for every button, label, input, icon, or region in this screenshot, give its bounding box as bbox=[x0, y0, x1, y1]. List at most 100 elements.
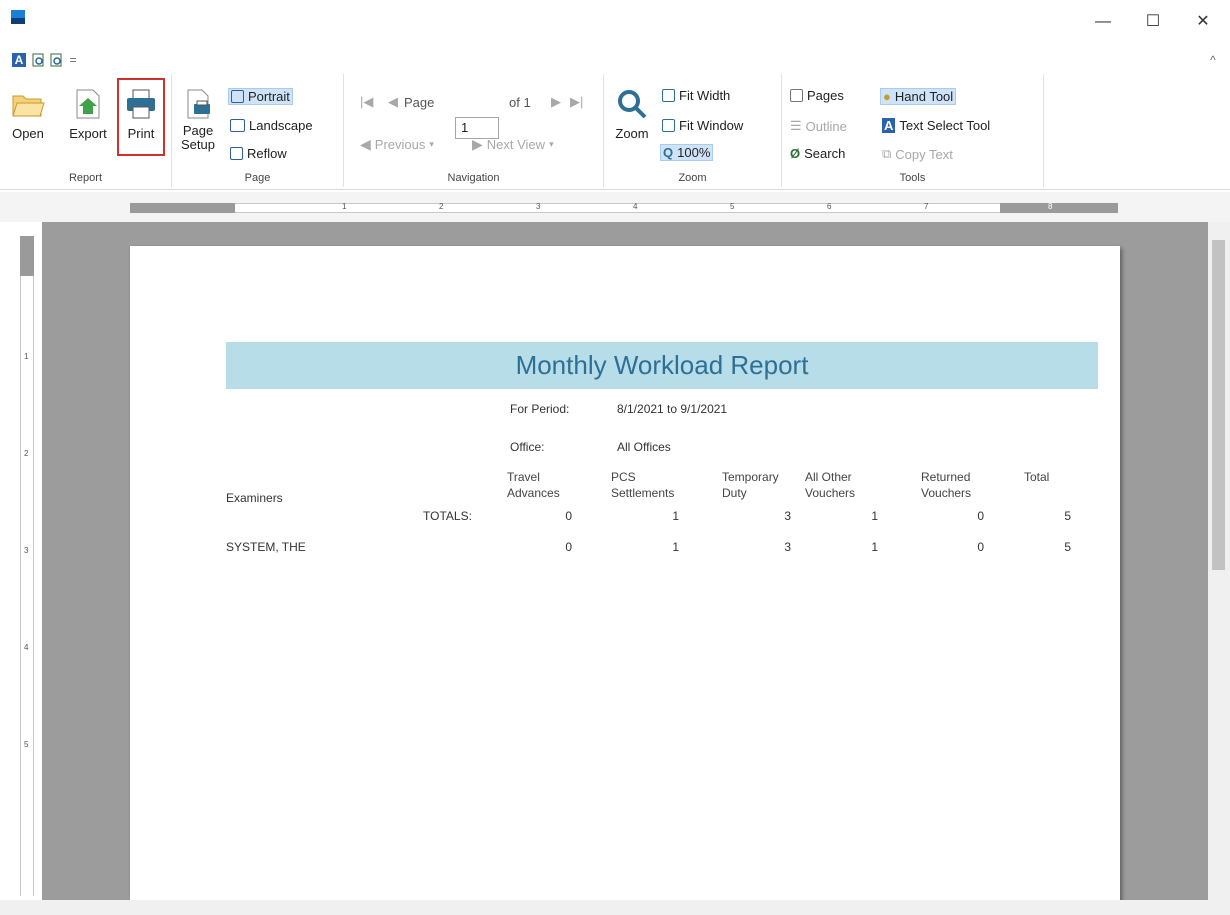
page-setup-icon bbox=[187, 89, 210, 119]
fit-window-icon bbox=[662, 119, 675, 132]
right-margin-marker bbox=[1000, 203, 1118, 213]
pages-icon bbox=[790, 89, 803, 102]
table-cell: 5 bbox=[1064, 540, 1071, 554]
landscape-button[interactable]: Landscape bbox=[230, 118, 313, 133]
pages-button[interactable]: Pages bbox=[790, 88, 844, 103]
page-setup-label-line1: Page bbox=[182, 123, 214, 138]
vertical-scroll-thumb[interactable] bbox=[1212, 240, 1225, 570]
ruler-number: 4 bbox=[24, 643, 29, 652]
horizontal-scrollbar[interactable] bbox=[0, 900, 1230, 915]
page-setup-label-line2: Setup bbox=[181, 137, 215, 152]
tools-group: Pages ☰ Outline Ø Search ● Hand Tool A T… bbox=[782, 74, 1044, 187]
search-button[interactable]: Ø Search bbox=[790, 146, 845, 161]
quick-access-toolbar bbox=[0, 46, 1230, 74]
portrait-label: Portrait bbox=[248, 89, 290, 104]
totals-cell: 0 bbox=[565, 509, 572, 523]
ruler-number: 1 bbox=[342, 202, 347, 211]
export-icon bbox=[76, 89, 100, 119]
text-select-tool-label: Text Select Tool bbox=[899, 118, 991, 133]
ruler-number: 7 bbox=[924, 202, 929, 211]
export-label: Export bbox=[69, 126, 107, 141]
preview-qat-icon[interactable] bbox=[50, 53, 64, 67]
copy-text-label: Copy Text bbox=[895, 146, 953, 162]
column-header-line1: PCS bbox=[611, 470, 636, 484]
copy-text-button[interactable]: ⧉ Copy Text bbox=[882, 146, 953, 162]
column-header-line1: Travel bbox=[507, 470, 540, 484]
reflow-button[interactable]: Reflow bbox=[230, 146, 287, 161]
examiner-name: SYSTEM, THE bbox=[226, 540, 306, 554]
column-header-line1: Returned bbox=[921, 470, 971, 484]
minimize-button[interactable]: — bbox=[1088, 10, 1118, 34]
last-page-button[interactable]: ▶| bbox=[570, 94, 583, 110]
ruler-number: 5 bbox=[24, 740, 29, 749]
column-header: Total bbox=[1024, 469, 1049, 485]
copy-icon: ⧉ bbox=[882, 146, 892, 161]
hand-tool-button[interactable]: ● Hand Tool bbox=[880, 88, 957, 105]
table-cell: 3 bbox=[784, 540, 791, 554]
fit-window-label: Fit Window bbox=[679, 118, 744, 133]
of-pages-label: of 1 bbox=[509, 95, 531, 110]
hand-icon: ● bbox=[883, 89, 891, 104]
back-arrow-icon: ◀ bbox=[360, 136, 371, 152]
open-button[interactable]: Open bbox=[8, 88, 48, 141]
column-header: Returned Vouchers bbox=[921, 469, 971, 501]
customize-qat-icon[interactable]: = bbox=[66, 53, 80, 67]
folder-icon bbox=[12, 95, 45, 117]
column-header-line2: Duty bbox=[722, 486, 747, 500]
column-header-line1: Temporary bbox=[722, 470, 779, 484]
examiners-header: Examiners bbox=[226, 491, 283, 505]
text-select-tool-button[interactable]: A Text Select Tool bbox=[882, 118, 990, 133]
totals-label: TOTALS: bbox=[423, 509, 472, 523]
column-header: PCS Settlements bbox=[611, 469, 674, 501]
reflow-icon bbox=[230, 147, 243, 160]
previous-page-button[interactable]: ◀ bbox=[388, 94, 398, 110]
zoom-label: Zoom bbox=[615, 126, 649, 141]
next-page-button[interactable]: ▶ bbox=[551, 94, 561, 110]
column-header-line2: Advances bbox=[507, 486, 560, 500]
ruler-number: 3 bbox=[536, 202, 541, 211]
last-page-icon: ▶| bbox=[570, 94, 584, 109]
export-button[interactable]: Export bbox=[62, 88, 114, 141]
ruler-number: 3 bbox=[24, 546, 29, 555]
zoom-button[interactable]: Zoom bbox=[610, 88, 654, 141]
zoom-group: Zoom Fit Width Fit Window Q 100% Zoom bbox=[604, 74, 782, 187]
portrait-icon bbox=[231, 90, 244, 103]
office-value: All Offices bbox=[617, 440, 671, 454]
outline-button[interactable]: ☰ Outline bbox=[790, 118, 847, 134]
office-label: Office: bbox=[510, 440, 545, 454]
column-header: Travel Advances bbox=[507, 469, 560, 501]
zoom-group-label: Zoom bbox=[678, 172, 707, 184]
ribbon: Open Export Print Report Page Setup Port… bbox=[0, 74, 1230, 190]
text-select-qat-icon[interactable]: A bbox=[12, 53, 26, 67]
reflow-label: Reflow bbox=[247, 146, 287, 161]
find-qat-icon[interactable] bbox=[32, 53, 46, 67]
chevron-down-icon: ▾ bbox=[429, 139, 434, 149]
fit-window-button[interactable]: Fit Window bbox=[662, 118, 743, 133]
column-header: All Other Vouchers bbox=[805, 469, 855, 501]
first-page-button[interactable]: |◀ bbox=[360, 94, 373, 110]
ruler-number: 6 bbox=[827, 202, 832, 211]
previous-view-button[interactable]: ◀ Previous ▾ bbox=[360, 136, 434, 153]
page-setup-button[interactable]: Page Setup bbox=[176, 88, 220, 152]
horizontal-ruler-strip bbox=[130, 203, 1118, 213]
chevron-down-icon: ▾ bbox=[549, 139, 554, 149]
page-number-input[interactable]: 1 bbox=[455, 117, 499, 139]
navigation-group-label: Navigation bbox=[447, 172, 500, 184]
column-header-line2: Settlements bbox=[611, 486, 675, 500]
collapse-ribbon-icon[interactable]: ^ bbox=[1206, 53, 1220, 67]
portrait-button[interactable]: Portrait bbox=[228, 88, 293, 105]
close-button[interactable]: ✕ bbox=[1188, 10, 1218, 34]
maximize-button[interactable]: ☐ bbox=[1138, 10, 1168, 34]
zoom-100-button[interactable]: Q 100% bbox=[660, 144, 714, 161]
totals-cell: 0 bbox=[977, 509, 984, 523]
column-header-line2: Vouchers bbox=[921, 486, 972, 500]
ruler-number: 5 bbox=[730, 202, 735, 211]
outline-label: Outline bbox=[805, 118, 847, 134]
report-group-label: Report bbox=[68, 172, 103, 184]
fit-width-icon bbox=[662, 89, 675, 102]
search-icon: Ø bbox=[790, 146, 801, 161]
outline-icon: ☰ bbox=[790, 118, 802, 133]
totals-cell: 5 bbox=[1064, 509, 1071, 523]
fit-width-button[interactable]: Fit Width bbox=[662, 88, 730, 103]
search-label: Search bbox=[804, 146, 846, 161]
